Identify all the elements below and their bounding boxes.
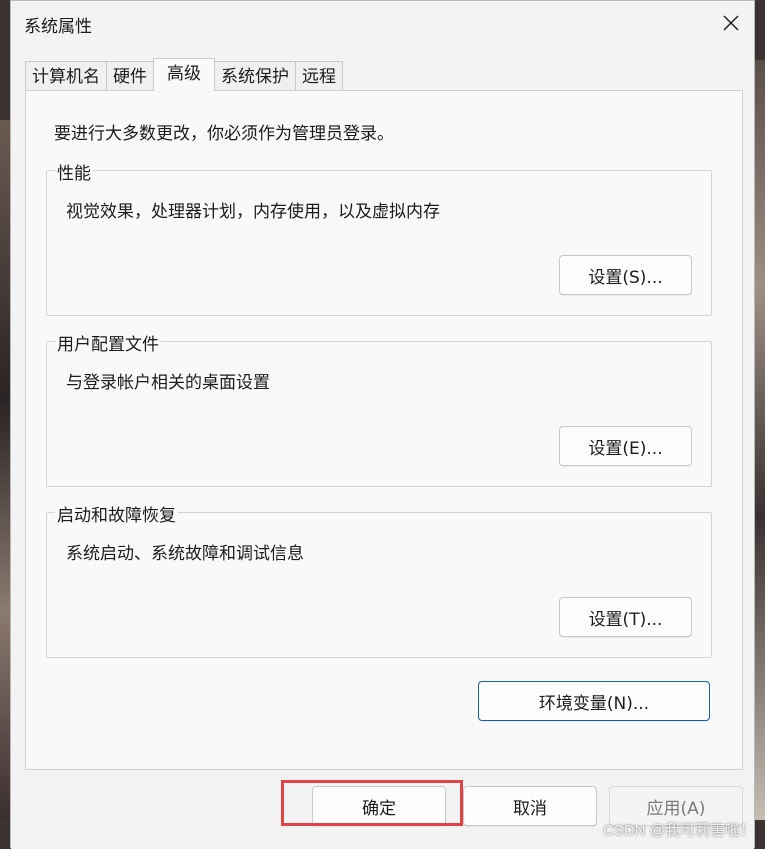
user-profiles-description: 与登录帐户相关的桌面设置 [66,373,270,393]
system-properties-dialog: 系统属性 计算机名 硬件 高级 系统保护 远程 要进行大多数更改，你必须作为管理… [10,0,755,849]
ok-button[interactable]: 确定 [312,786,446,826]
startup-recovery-settings-button[interactable]: 设置(T)... [559,597,692,637]
performance-settings-button[interactable]: 设置(S)... [559,255,692,295]
user-profiles-settings-button[interactable]: 设置(E)... [559,426,692,466]
watermark: CSDN @我可莉害啦！ [603,822,755,839]
admin-notice: 要进行大多数更改，你必须作为管理员登录。 [54,124,394,144]
close-button[interactable] [708,1,754,45]
close-icon [723,15,739,31]
advanced-tab-panel: 要进行大多数更改，你必须作为管理员登录。 性能 视觉效果，处理器计划，内存使用，… [25,90,743,770]
tab-advanced[interactable]: 高级 [153,58,215,91]
title-bar: 系统属性 [11,1,754,45]
tab-strip: 计算机名 硬件 高级 系统保护 远程 [25,58,343,91]
user-profiles-group-title: 用户配置文件 [55,330,161,355]
performance-group-title: 性能 [55,159,93,184]
tab-computer-name[interactable]: 计算机名 [25,61,107,91]
startup-recovery-group-title: 启动和故障恢复 [55,501,178,526]
tab-hardware[interactable]: 硬件 [106,61,154,91]
startup-recovery-description: 系统启动、系统故障和调试信息 [66,544,304,564]
tab-remote[interactable]: 远程 [295,61,343,91]
user-profiles-group: 用户配置文件 与登录帐户相关的桌面设置 设置(E)... [46,330,712,487]
performance-description: 视觉效果，处理器计划，内存使用，以及虚拟内存 [66,202,440,222]
environment-variables-button[interactable]: 环境变量(N)... [478,681,710,721]
tab-system-protection[interactable]: 系统保护 [214,61,296,91]
window-title: 系统属性 [24,17,92,37]
cancel-button[interactable]: 取消 [463,786,597,826]
startup-recovery-group: 启动和故障恢复 系统启动、系统故障和调试信息 设置(T)... [46,501,712,658]
performance-group: 性能 视觉效果，处理器计划，内存使用，以及虚拟内存 设置(S)... [46,159,712,316]
